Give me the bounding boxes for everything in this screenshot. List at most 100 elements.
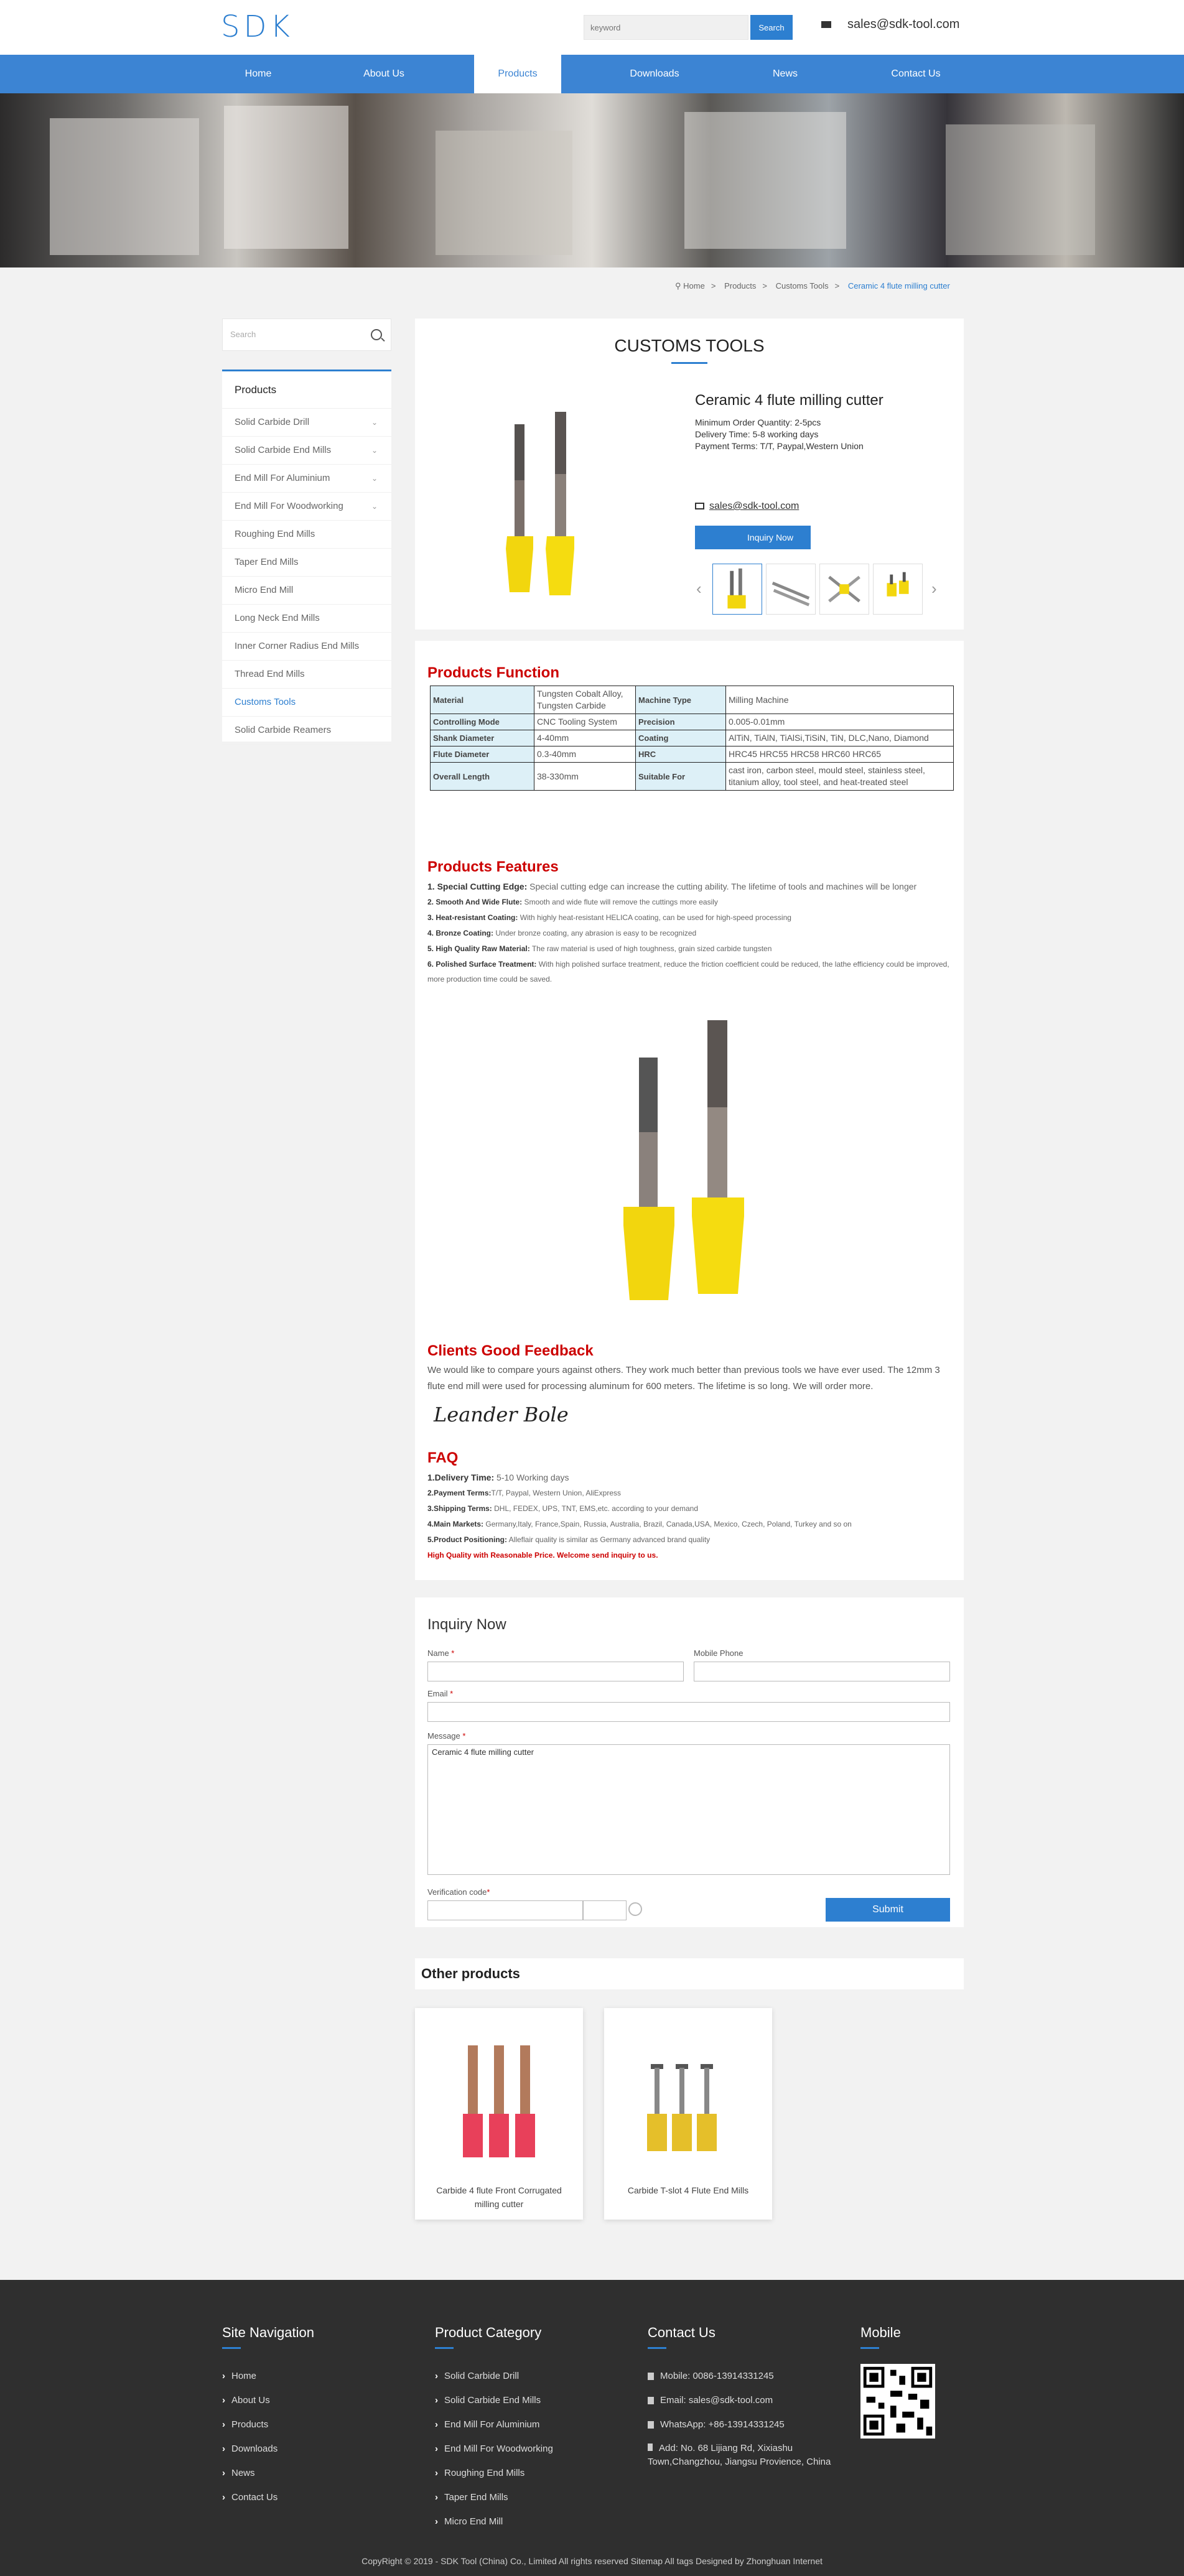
list-item: 6. Polished Surface Treatment: With high… — [427, 960, 949, 983]
footer-cat-link[interactable]: End Mill For Aluminium — [435, 2412, 553, 2437]
sidebar-item-solid-carbide-reamers[interactable]: Solid Carbide Reamers — [222, 717, 391, 745]
breadcrumb-customs-tools[interactable]: Customs Tools — [776, 281, 829, 291]
sidebar-item-taper-end-mills[interactable]: Taper End Mills — [222, 549, 391, 577]
header-email[interactable]: sales@sdk-tool.com — [821, 17, 959, 32]
search-input[interactable] — [584, 15, 748, 40]
site-logo[interactable]: SDK — [221, 9, 294, 44]
other-product-name[interactable]: Carbide T-slot 4 Flute End Mills — [613, 2183, 763, 2197]
refresh-icon[interactable] — [628, 1902, 642, 1916]
nav-news[interactable]: News — [742, 55, 829, 93]
qr-code — [860, 2364, 935, 2439]
other-products-title: Other products — [421, 1966, 520, 1981]
footer-cat-link[interactable]: Solid Carbide End Mills — [435, 2388, 553, 2412]
list-item: 4.Main Markets: Germany,Italy, France,Sp… — [427, 1520, 852, 1528]
product-name: Ceramic 4 flute milling cutter — [695, 392, 883, 409]
other-products-bar: Other products — [415, 1958, 964, 1989]
signature: Leander Bole — [434, 1403, 569, 1426]
message-field[interactable]: Ceramic 4 flute milling cutter — [427, 1744, 950, 1875]
sidebar-item-micro-end-mill[interactable]: Micro End Mill — [222, 577, 391, 605]
thumbnail-3[interactable] — [819, 564, 869, 615]
category-title: CUSTOMS TOOLS — [614, 336, 765, 355]
envelope-icon — [648, 2397, 654, 2405]
footer-product-category: Product Category Solid Carbide Drill Sol… — [435, 2325, 553, 2534]
table-row: Overall Length 38-330mm Suitable For cast i… — [430, 762, 954, 791]
chevron-down-icon[interactable]: ⌄ — [371, 409, 378, 436]
footer: Site Navigation Home About Us Products D… — [0, 2280, 1184, 2576]
chevron-right-icon[interactable]: › — [931, 579, 937, 598]
email-field[interactable] — [427, 1702, 950, 1722]
thumbnail-2[interactable] — [766, 564, 816, 615]
sidebar-item-inner-corner-radius[interactable]: Inner Corner Radius End Mills — [222, 633, 391, 661]
sidebar-item-long-neck-end-mills[interactable]: Long Neck End Mills — [222, 605, 391, 633]
table-row: Controlling Mode CNC Tooling System Precis… — [430, 714, 954, 730]
breadcrumb-home[interactable]: Home — [683, 281, 705, 291]
inquiry-now-button[interactable]: Inquiry Now — [695, 526, 811, 549]
sidebar-item-thread-end-mills[interactable]: Thread End Mills — [222, 661, 391, 689]
footer-cat-link[interactable]: End Mill For Woodworking — [435, 2437, 553, 2461]
other-product-card-2[interactable]: Carbide T-slot 4 Flute End Mills — [604, 2008, 772, 2220]
product-email-link[interactable]: sales@sdk-tool.com — [709, 501, 799, 511]
chevron-left-icon[interactable]: ‹ — [696, 579, 702, 598]
search-button[interactable]: Search — [750, 15, 793, 40]
product-summary-card: CUSTOMS TOOLS Ceramic 4 flute milling cu… — [415, 319, 964, 630]
phone-icon — [648, 2373, 654, 2381]
nav-products[interactable]: Products — [474, 55, 561, 95]
nav-home[interactable]: Home — [215, 55, 302, 93]
product-thumbnail[interactable] — [638, 2039, 738, 2164]
sidebar-item-roughing-end-mills[interactable]: Roughing End Mills — [222, 521, 391, 549]
product-large-image — [623, 1020, 744, 1300]
search-icon[interactable] — [371, 329, 382, 340]
nav-about-us[interactable]: About Us — [340, 55, 427, 93]
header-email-text[interactable]: sales@sdk-tool.com — [847, 17, 959, 31]
table-row: Flute Diameter 0.3-40mm HRC HRC45 HRC55 HRC… — [430, 746, 954, 763]
footer-cat-link[interactable]: Solid Carbide Drill — [435, 2364, 553, 2388]
faq-closing: High Quality with Reasonable Price. Welc… — [427, 1551, 658, 1560]
factory-banner — [0, 93, 1184, 267]
other-product-card-1[interactable]: Carbide 4 flute Front Corrugated milling… — [415, 2008, 583, 2220]
footer-cat-link[interactable]: Roughing End Mills — [435, 2461, 553, 2485]
nav-downloads[interactable]: Downloads — [611, 55, 698, 93]
footer-link-downloads[interactable]: Downloads — [222, 2437, 314, 2461]
mobile-label: Mobile Phone — [694, 1648, 743, 1658]
sidebar-search-input[interactable]: Search — [222, 319, 391, 351]
chevron-down-icon[interactable]: ⌄ — [371, 465, 378, 492]
footer-email[interactable]: Email: sales@sdk-tool.com — [648, 2388, 834, 2412]
list-item: 1. Special Cutting Edge: Special cutting… — [427, 881, 917, 891]
payment-terms: Payment Terms: T/T, Paypal,Western Union — [695, 441, 864, 451]
footer-link-news[interactable]: News — [222, 2461, 314, 2485]
sidebar-item-solid-carbide-drill[interactable]: Solid Carbide Drill ⌄ — [222, 409, 391, 437]
footer-cat-link[interactable]: Taper End Mills — [435, 2485, 553, 2509]
thumbnail-4[interactable] — [873, 564, 923, 615]
footer-link-about-us[interactable]: About Us — [222, 2388, 314, 2412]
name-field[interactable] — [427, 1662, 684, 1681]
submit-button[interactable]: Submit — [826, 1898, 950, 1922]
envelope-icon — [821, 21, 831, 29]
verification-field[interactable] — [427, 1900, 583, 1920]
list-item: 5.Product Positioning: Alleflair quality… — [427, 1535, 711, 1544]
sidebar-item-customs-tools[interactable]: Customs Tools — [222, 689, 391, 717]
chevron-down-icon[interactable]: ⌄ — [371, 493, 378, 520]
footer-cat-link[interactable]: Micro End Mill — [435, 2509, 553, 2534]
product-image[interactable] — [490, 412, 602, 598]
captcha-image[interactable] — [583, 1900, 627, 1920]
list-item: 2. Smooth And Wide Flute: Smooth and wid… — [427, 898, 718, 906]
footer-site-navigation: Site Navigation Home About Us Products D… — [222, 2325, 314, 2509]
thumbnail-1[interactable] — [712, 564, 762, 615]
footer-link-products[interactable]: Products — [222, 2412, 314, 2437]
mobile-field[interactable] — [694, 1662, 950, 1681]
other-product-name[interactable]: Carbide 4 flute Front Corrugated milling… — [424, 2183, 574, 2211]
sidebar-item-end-mill-for-woodworking[interactable]: End Mill For Woodworking ⌄ — [222, 493, 391, 521]
footer-link-contact-us[interactable]: Contact Us — [222, 2485, 314, 2509]
message-label: Message * — [427, 1731, 466, 1741]
thumbnail-strip: ‹ › — [696, 564, 958, 618]
sidebar-item-end-mill-for-aluminium[interactable]: End Mill For Aluminium ⌄ — [222, 465, 391, 493]
product-thumbnail[interactable] — [449, 2039, 549, 2164]
sidebar-item-solid-carbide-end-mills[interactable]: Solid Carbide End Mills ⌄ — [222, 437, 391, 465]
nav-contact-us[interactable]: Contact Us — [872, 55, 959, 93]
breadcrumb-products[interactable]: Products — [724, 281, 756, 291]
footer-link-home[interactable]: Home — [222, 2364, 314, 2388]
chevron-down-icon[interactable]: ⌄ — [371, 437, 378, 464]
name-label: Name * — [427, 1648, 455, 1658]
product-email[interactable]: sales@sdk-tool.com — [695, 501, 799, 512]
products-features-heading: Products Features — [427, 858, 559, 875]
